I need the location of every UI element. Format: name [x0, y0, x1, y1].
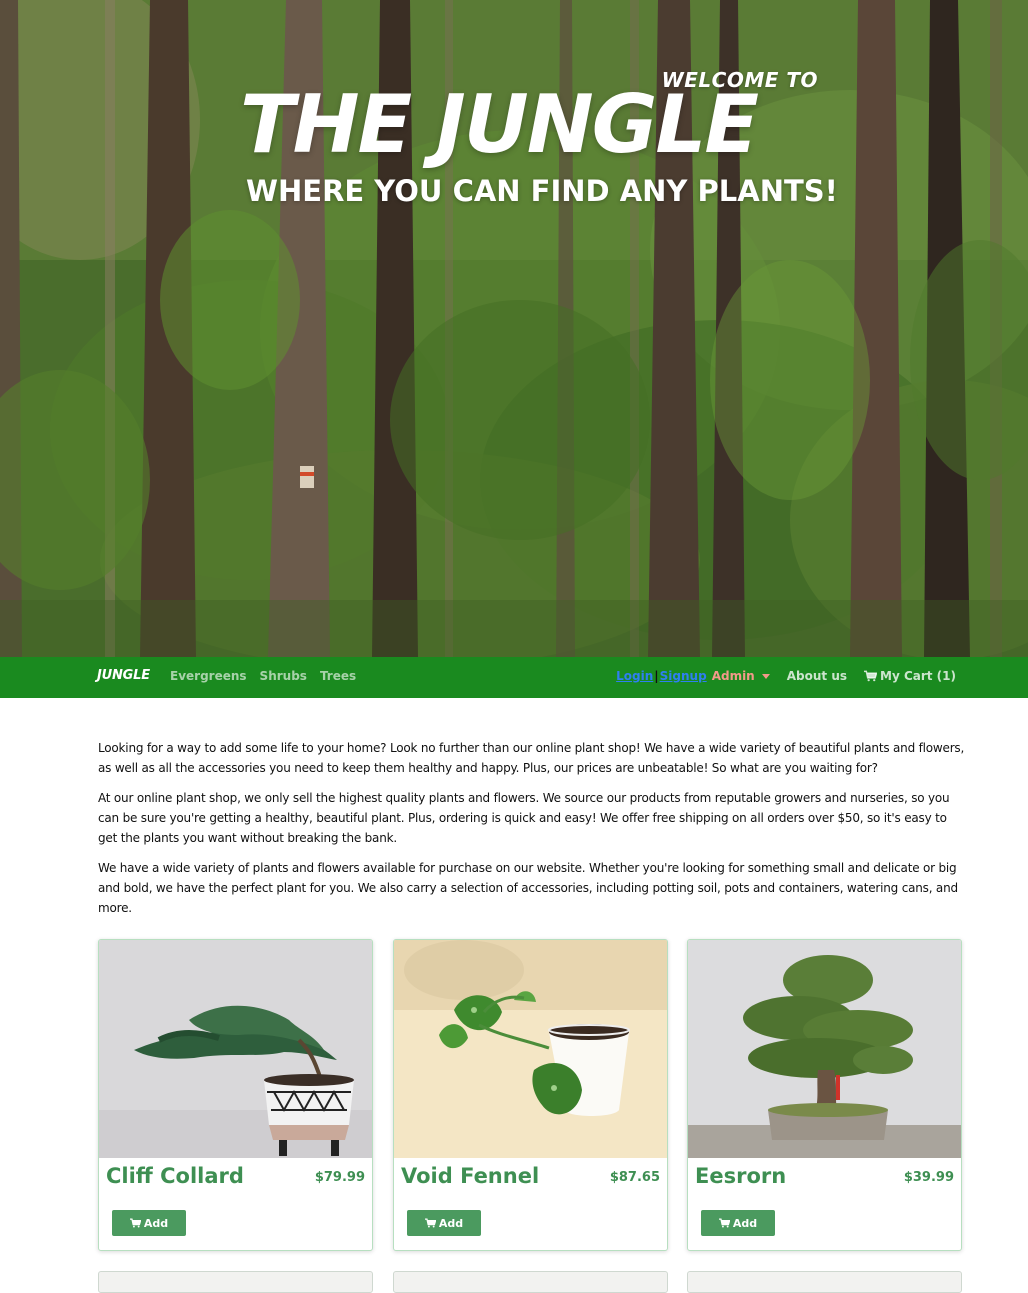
login-link[interactable]: Login	[616, 669, 653, 683]
admin-label: Admin	[711, 669, 755, 683]
hero-banner: WELCOME TO THE JUNGLE WHERE YOU CAN FIND…	[0, 0, 1028, 657]
product-image	[688, 940, 961, 1158]
nav-category-links: Evergreens Shrubs Trees	[170, 669, 369, 683]
product-card: Void Fennel $87.65 Add	[393, 939, 668, 1251]
product-card	[98, 1271, 373, 1293]
auth-separator: |	[654, 669, 659, 683]
product-card: Eesrorn $39.99 Add	[687, 939, 962, 1251]
product-card: Cliff Collard $79.99 Add	[98, 939, 373, 1251]
product-card	[393, 1271, 668, 1293]
chevron-down-icon	[761, 673, 770, 679]
product-price: $79.99	[314, 1170, 365, 1185]
description-paragraph: At our online plant shop, we only sell t…	[98, 791, 950, 845]
add-button-label: Add	[732, 1216, 758, 1230]
product-name[interactable]: Void Fennel	[401, 1164, 539, 1188]
brand-logo[interactable]: JUNGLE	[97, 668, 150, 683]
admin-dropdown[interactable]: Admin	[712, 669, 770, 683]
product-card	[687, 1271, 962, 1293]
nav-link-trees[interactable]: Trees	[320, 669, 356, 683]
add-to-cart-button[interactable]: Add	[407, 1210, 481, 1236]
hero-title: THE JUNGLE	[240, 78, 759, 171]
product-price: $39.99	[903, 1170, 954, 1185]
description-paragraph: Looking for a way to add some life to yo…	[98, 741, 965, 775]
main-navbar: JUNGLE Evergreens Shrubs Trees Login | S…	[0, 657, 1028, 698]
product-image	[394, 940, 667, 1158]
product-name[interactable]: Eesrorn	[695, 1164, 786, 1188]
shop-description: Looking for a way to add some life to yo…	[98, 738, 966, 928]
hero-tagline: WHERE YOU CAN FIND ANY PLANTS!	[246, 174, 838, 208]
hero-text: WELCOME TO THE JUNGLE WHERE YOU CAN FIND…	[0, 0, 1028, 657]
my-cart-label: My Cart (1)	[880, 669, 956, 683]
nav-link-shrubs[interactable]: Shrubs	[260, 669, 307, 683]
nav-link-evergreens[interactable]: Evergreens	[170, 669, 247, 683]
about-us-link[interactable]: About us	[787, 669, 847, 683]
product-image	[99, 940, 372, 1158]
nav-account-links: Login | Signup Admin About us My Cart (1…	[616, 669, 956, 683]
shopping-cart-icon	[129, 1218, 141, 1228]
product-price: $87.65	[609, 1170, 660, 1185]
product-name[interactable]: Cliff Collard	[106, 1164, 244, 1188]
shopping-cart-icon	[718, 1218, 730, 1228]
description-paragraph: We have a wide variety of plants and flo…	[98, 861, 958, 915]
shopping-cart-icon	[864, 670, 877, 682]
add-to-cart-button[interactable]: Add	[701, 1210, 775, 1236]
shopping-cart-icon	[424, 1218, 436, 1228]
add-button-label: Add	[438, 1216, 464, 1230]
add-button-label: Add	[143, 1216, 169, 1230]
my-cart-link[interactable]: My Cart (1)	[864, 669, 956, 683]
add-to-cart-button[interactable]: Add	[112, 1210, 186, 1236]
signup-link[interactable]: Signup	[660, 669, 707, 683]
